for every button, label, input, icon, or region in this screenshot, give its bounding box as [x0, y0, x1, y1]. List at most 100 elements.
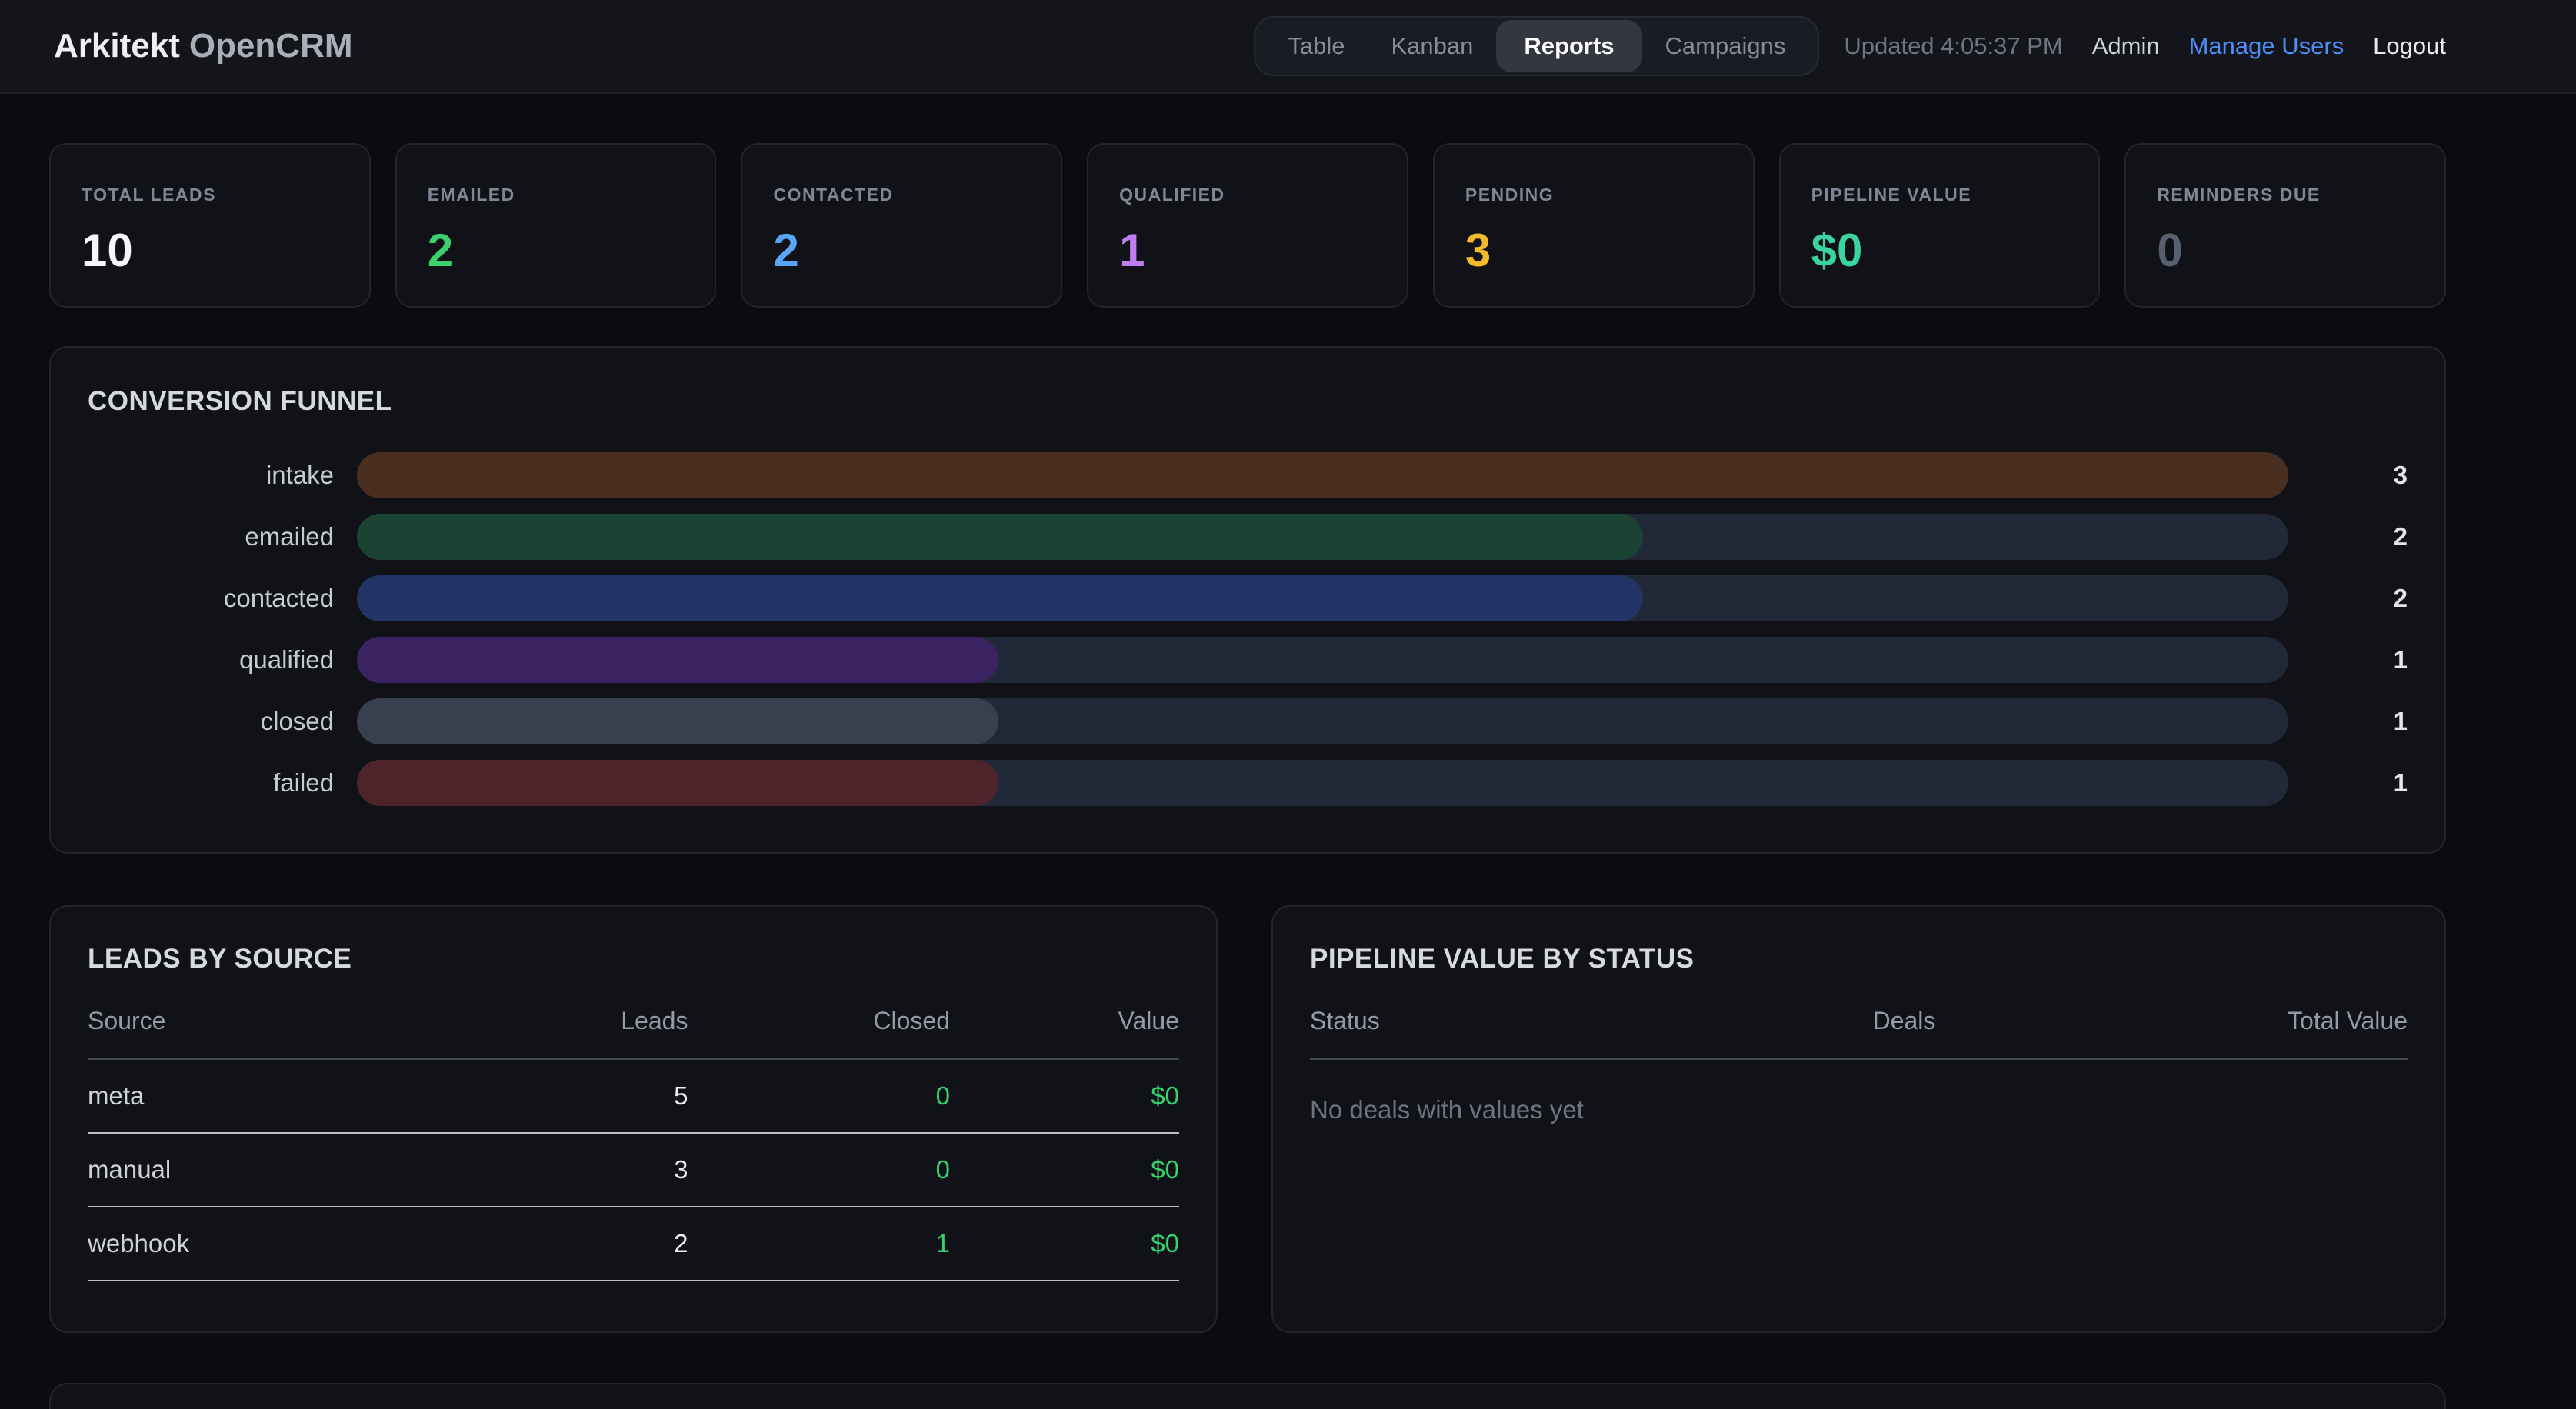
col-total-value: Total Value: [1935, 1007, 2408, 1059]
app-title: ArkitektOpenCRM: [54, 27, 353, 65]
stat-label: PENDING: [1465, 185, 1722, 205]
cell-leads: 5: [525, 1059, 688, 1133]
funnel-count: 1: [2288, 707, 2408, 736]
funnel-bar-intake: [357, 452, 2288, 498]
tab-campaigns[interactable]: Campaigns: [1642, 20, 1809, 72]
stat-label: REMINDERS DUE: [2157, 185, 2414, 205]
manage-users-link[interactable]: Manage Users: [2189, 32, 2344, 60]
col-value: Value: [950, 1007, 1179, 1059]
funnel-bar-qualified: [357, 637, 998, 683]
conversion-funnel-title: CONVERSION FUNNEL: [88, 386, 2408, 417]
funnel-row-contacted: contacted 2: [88, 575, 2408, 621]
col-closed: Closed: [688, 1007, 950, 1059]
stat-card-reminders-due: REMINDERS DUE 0: [2124, 143, 2446, 308]
table-row-meta: meta 5 0 $0: [88, 1059, 1179, 1133]
col-status: Status: [1310, 1007, 1804, 1059]
top-nav: ArkitektOpenCRM Table Kanban Reports Cam…: [0, 0, 2576, 94]
stat-label: TOTAL LEADS: [82, 185, 338, 205]
cell-source: meta: [88, 1059, 525, 1133]
table-row-manual: manual 3 0 $0: [88, 1133, 1179, 1207]
tab-table[interactable]: Table: [1265, 20, 1368, 72]
stat-card-pipeline-value: PIPELINE VALUE $0: [1779, 143, 2101, 308]
leads-by-source-card: LEADS BY SOURCE Source Leads Closed Valu…: [49, 905, 1218, 1333]
stat-label: QUALIFIED: [1119, 185, 1376, 205]
funnel-count: 3: [2288, 461, 2408, 490]
funnel-label: contacted: [88, 584, 334, 613]
cell-leads: 3: [525, 1133, 688, 1207]
stat-value: 1: [1119, 224, 1376, 277]
stat-card-pending: PENDING 3: [1433, 143, 1755, 308]
funnel-track: [357, 452, 2288, 498]
funnel-count: 1: [2288, 768, 2408, 798]
table-header-row: Status Deals Total Value: [1310, 1007, 2408, 1059]
funnel-label: closed: [88, 707, 334, 736]
funnel-bar-closed: [357, 698, 998, 744]
funnel-count: 1: [2288, 645, 2408, 675]
funnel-row-closed: closed 1: [88, 698, 2408, 744]
col-source: Source: [88, 1007, 525, 1059]
funnel-track: [357, 575, 2288, 621]
col-deals: Deals: [1804, 1007, 1935, 1059]
view-switcher: Table Kanban Reports Campaigns: [1254, 16, 1819, 76]
conversion-funnel-card: CONVERSION FUNNEL intake 3 emailed 2 con…: [49, 346, 2446, 854]
pipeline-value-title: PIPELINE VALUE BY STATUS: [1310, 944, 2408, 974]
funnel-track: [357, 514, 2288, 560]
app-title-primary: Arkitekt: [54, 27, 180, 65]
cell-source: webhook: [88, 1207, 525, 1281]
funnel-track: [357, 637, 2288, 683]
admin-link[interactable]: Admin: [2092, 32, 2160, 60]
funnel-label: intake: [88, 461, 334, 490]
app-title-secondary: OpenCRM: [189, 27, 353, 65]
next-section-card-clipped: [49, 1383, 2446, 1409]
funnel-row-emailed: emailed 2: [88, 514, 2408, 560]
conversion-funnel-chart: intake 3 emailed 2 contacted 2 qualified…: [88, 452, 2408, 806]
funnel-count: 2: [2288, 522, 2408, 551]
stat-label: CONTACTED: [773, 185, 1030, 205]
cell-closed: 0: [688, 1133, 950, 1207]
table-row-webhook: webhook 2 1 $0: [88, 1207, 1179, 1281]
cell-closed: 0: [688, 1059, 950, 1133]
funnel-label: failed: [88, 768, 334, 798]
stat-value: 2: [773, 224, 1030, 277]
stat-value: $0: [1811, 224, 2068, 277]
funnel-bar-contacted: [357, 575, 1643, 621]
stat-value: 2: [428, 224, 685, 277]
col-leads: Leads: [525, 1007, 688, 1059]
stat-card-total-leads: TOTAL LEADS 10: [49, 143, 371, 308]
updated-timestamp: Updated 4:05:37 PM: [1844, 32, 2062, 60]
funnel-row-qualified: qualified 1: [88, 637, 2408, 683]
stat-label: PIPELINE VALUE: [1811, 185, 2068, 205]
leads-by-source-table: Source Leads Closed Value meta 5 0 $0 ma…: [88, 1007, 1179, 1281]
cell-value: $0: [950, 1133, 1179, 1207]
empty-state-message: No deals with values yet: [1310, 1095, 2408, 1124]
stat-card-contacted: CONTACTED 2: [741, 143, 1062, 308]
stats-row: TOTAL LEADS 10 EMAILED 2 CONTACTED 2 QUA…: [49, 143, 2446, 308]
funnel-label: emailed: [88, 522, 334, 551]
stat-card-emailed: EMAILED 2: [395, 143, 717, 308]
logout-link[interactable]: Logout: [2373, 32, 2446, 60]
funnel-track: [357, 760, 2288, 806]
funnel-row-intake: intake 3: [88, 452, 2408, 498]
reports-view: TOTAL LEADS 10 EMAILED 2 CONTACTED 2 QUA…: [0, 143, 2576, 1409]
stat-label: EMAILED: [428, 185, 685, 205]
cell-closed: 1: [688, 1207, 950, 1281]
funnel-bar-emailed: [357, 514, 1643, 560]
tab-kanban[interactable]: Kanban: [1368, 20, 1497, 72]
funnel-track: [357, 698, 2288, 744]
stat-value: 3: [1465, 224, 1722, 277]
bottom-panels: LEADS BY SOURCE Source Leads Closed Valu…: [49, 905, 2446, 1333]
stat-value: 0: [2157, 224, 2414, 277]
cell-leads: 2: [525, 1207, 688, 1281]
stat-value: 10: [82, 224, 338, 277]
pipeline-value-by-status-card: PIPELINE VALUE BY STATUS Status Deals To…: [1271, 905, 2446, 1333]
leads-by-source-title: LEADS BY SOURCE: [88, 944, 1179, 974]
cell-source: manual: [88, 1133, 525, 1207]
cell-value: $0: [950, 1207, 1179, 1281]
stat-card-qualified: QUALIFIED 1: [1087, 143, 1408, 308]
cell-value: $0: [950, 1059, 1179, 1133]
table-header-row: Source Leads Closed Value: [88, 1007, 1179, 1059]
funnel-row-failed: failed 1: [88, 760, 2408, 806]
pipeline-value-table: Status Deals Total Value: [1310, 1007, 2408, 1060]
tab-reports[interactable]: Reports: [1496, 20, 1641, 72]
funnel-label: qualified: [88, 645, 334, 675]
